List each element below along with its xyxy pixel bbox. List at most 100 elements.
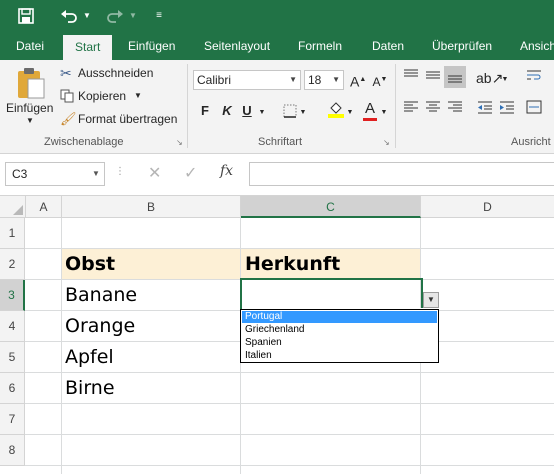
underline-button[interactable]: U <box>240 101 254 121</box>
paintbrush-icon: 🖌 <box>60 111 77 126</box>
orientation-icon[interactable]: ab↗ <box>476 68 503 88</box>
fill-color-icon[interactable] <box>328 100 344 124</box>
clipboard-group-label: Zwischenablage <box>44 136 124 148</box>
cell-b5[interactable]: Apfel <box>65 346 114 368</box>
align-middle-icon[interactable] <box>424 68 442 88</box>
orientation-dropdown-icon[interactable]: ▼ <box>500 70 510 90</box>
drag-handle-icon[interactable]: ⋮ <box>115 166 125 177</box>
undo-dropdown-icon[interactable]: ▼ <box>82 0 92 32</box>
paste-button[interactable]: Einfügen ▼ <box>4 64 54 128</box>
chevron-down-icon: ▼ <box>92 169 100 178</box>
paste-dropdown-icon: ▼ <box>26 116 34 125</box>
borders-icon[interactable] <box>282 101 298 124</box>
row-header-6[interactable]: 6 <box>0 373 25 404</box>
dropdown-option-label: Spanien <box>245 337 282 348</box>
scissors-icon: ✂ <box>60 65 72 81</box>
tab-datei[interactable]: Datei <box>16 32 44 60</box>
dropdown-button[interactable]: ▼ <box>423 292 439 308</box>
italic-button[interactable]: K <box>220 101 234 121</box>
dropdown-option-portugal[interactable]: Portugal <box>242 311 437 323</box>
font-size-value: 18 <box>308 73 322 87</box>
tab-ueberpruefen[interactable]: Überprüfen <box>432 32 492 60</box>
formula-input[interactable] <box>249 162 554 186</box>
column-header-a[interactable]: A <box>26 196 62 218</box>
copy-dropdown-icon: ▼ <box>134 91 142 100</box>
cell-b4[interactable]: Orange <box>65 315 135 337</box>
enter-icon[interactable]: ✓ <box>184 163 197 183</box>
chevron-down-icon: ▼ <box>427 295 435 304</box>
align-left-icon[interactable] <box>402 100 420 120</box>
underline-dropdown-icon[interactable]: ▼ <box>257 103 267 123</box>
row-header-1[interactable]: 1 <box>0 218 25 249</box>
wrap-text-icon[interactable] <box>524 68 544 88</box>
cell-c2[interactable]: Herkunft <box>245 253 340 275</box>
increase-indent-icon[interactable] <box>498 100 516 120</box>
cut-button[interactable]: ✂ Ausschneiden <box>60 64 160 84</box>
row-header-8[interactable]: 8 <box>0 435 25 466</box>
active-cell-c3[interactable] <box>240 278 423 312</box>
font-launcher-icon[interactable]: ↘ <box>383 138 390 147</box>
font-group-label: Schriftart <box>258 136 303 148</box>
name-box[interactable]: C3 ▼ <box>5 162 105 186</box>
copy-label: Kopieren <box>78 89 127 103</box>
tab-daten[interactable]: Daten <box>372 32 404 60</box>
row-header-3[interactable]: 3 <box>0 280 25 311</box>
merge-center-icon[interactable] <box>524 100 544 120</box>
save-icon[interactable] <box>14 0 38 32</box>
decrease-indent-icon[interactable] <box>476 100 494 120</box>
alignment-group-label: Ausricht <box>511 136 551 148</box>
ribbon-separator <box>187 64 188 148</box>
redo-icon[interactable] <box>104 0 126 32</box>
gridline <box>61 218 62 474</box>
grow-font-icon[interactable]: A▲ <box>350 70 366 92</box>
tab-start[interactable]: Start <box>63 35 113 60</box>
dropdown-option-griechenland[interactable]: Griechenland <box>242 324 437 336</box>
select-all-button[interactable] <box>0 196 26 218</box>
font-color-icon[interactable]: A <box>362 99 378 121</box>
row-header-5[interactable]: 5 <box>0 342 25 373</box>
shrink-font-icon[interactable]: A▼ <box>372 70 388 92</box>
paste-label: Einfügen <box>6 101 54 115</box>
align-bottom-icon[interactable] <box>444 66 466 88</box>
column-header-b[interactable]: B <box>62 196 241 218</box>
tab-seitenlayout[interactable]: Seitenlayout <box>204 32 270 60</box>
tab-ansicht[interactable]: Ansicht <box>520 32 554 60</box>
align-top-icon[interactable] <box>402 68 420 88</box>
borders-dropdown-icon[interactable]: ▼ <box>298 103 308 123</box>
copy-button[interactable]: Kopieren ▼ <box>60 87 150 107</box>
row-header-4[interactable]: 4 <box>0 311 25 342</box>
tab-formeln[interactable]: Formeln <box>298 32 342 60</box>
cell-b3[interactable]: Banane <box>65 284 137 306</box>
clipboard-icon <box>18 68 45 99</box>
cancel-icon[interactable]: ✕ <box>148 163 161 183</box>
insert-function-icon[interactable]: fx <box>220 163 233 179</box>
font-color-dropdown-icon[interactable]: ▼ <box>379 103 389 123</box>
align-center-icon[interactable] <box>424 100 442 120</box>
redo-dropdown-icon[interactable]: ▼ <box>128 0 138 32</box>
align-right-icon[interactable] <box>446 100 464 120</box>
dropdown-option-label: Italien <box>245 350 272 361</box>
customize-qat-icon[interactable]: ≡ <box>152 0 166 32</box>
gridline <box>25 372 554 373</box>
fill-color-dropdown-icon[interactable]: ▼ <box>345 103 355 123</box>
font-size-combo[interactable]: 18 ▼ <box>304 70 344 90</box>
tab-einfuegen[interactable]: Einfügen <box>128 32 175 60</box>
cell-b2[interactable]: Obst <box>65 253 115 275</box>
row-header-2[interactable]: 2 <box>0 249 25 280</box>
font-name-combo[interactable]: Calibri ▼ <box>193 70 301 90</box>
row-header-7[interactable]: 7 <box>0 404 25 435</box>
copy-icon <box>60 89 74 103</box>
gridline <box>25 248 554 249</box>
bold-button[interactable]: F <box>198 101 212 121</box>
gridline <box>25 465 554 466</box>
cell-b6[interactable]: Birne <box>65 377 115 399</box>
quick-access-toolbar: ▼ ▼ ≡ <box>0 0 554 32</box>
column-header-c[interactable]: C <box>241 196 421 218</box>
format-painter-button[interactable]: 🖌 Format übertragen <box>60 110 180 130</box>
spreadsheet-grid: A B C D 1 2 3 4 5 6 7 8 Obst Herkunft Ba… <box>0 196 554 474</box>
dropdown-option-italien[interactable]: Italien <box>242 350 437 362</box>
column-header-d[interactable]: D <box>421 196 554 218</box>
clipboard-launcher-icon[interactable]: ↘ <box>176 138 183 147</box>
undo-icon[interactable] <box>58 0 80 32</box>
dropdown-option-spanien[interactable]: Spanien <box>242 337 437 349</box>
